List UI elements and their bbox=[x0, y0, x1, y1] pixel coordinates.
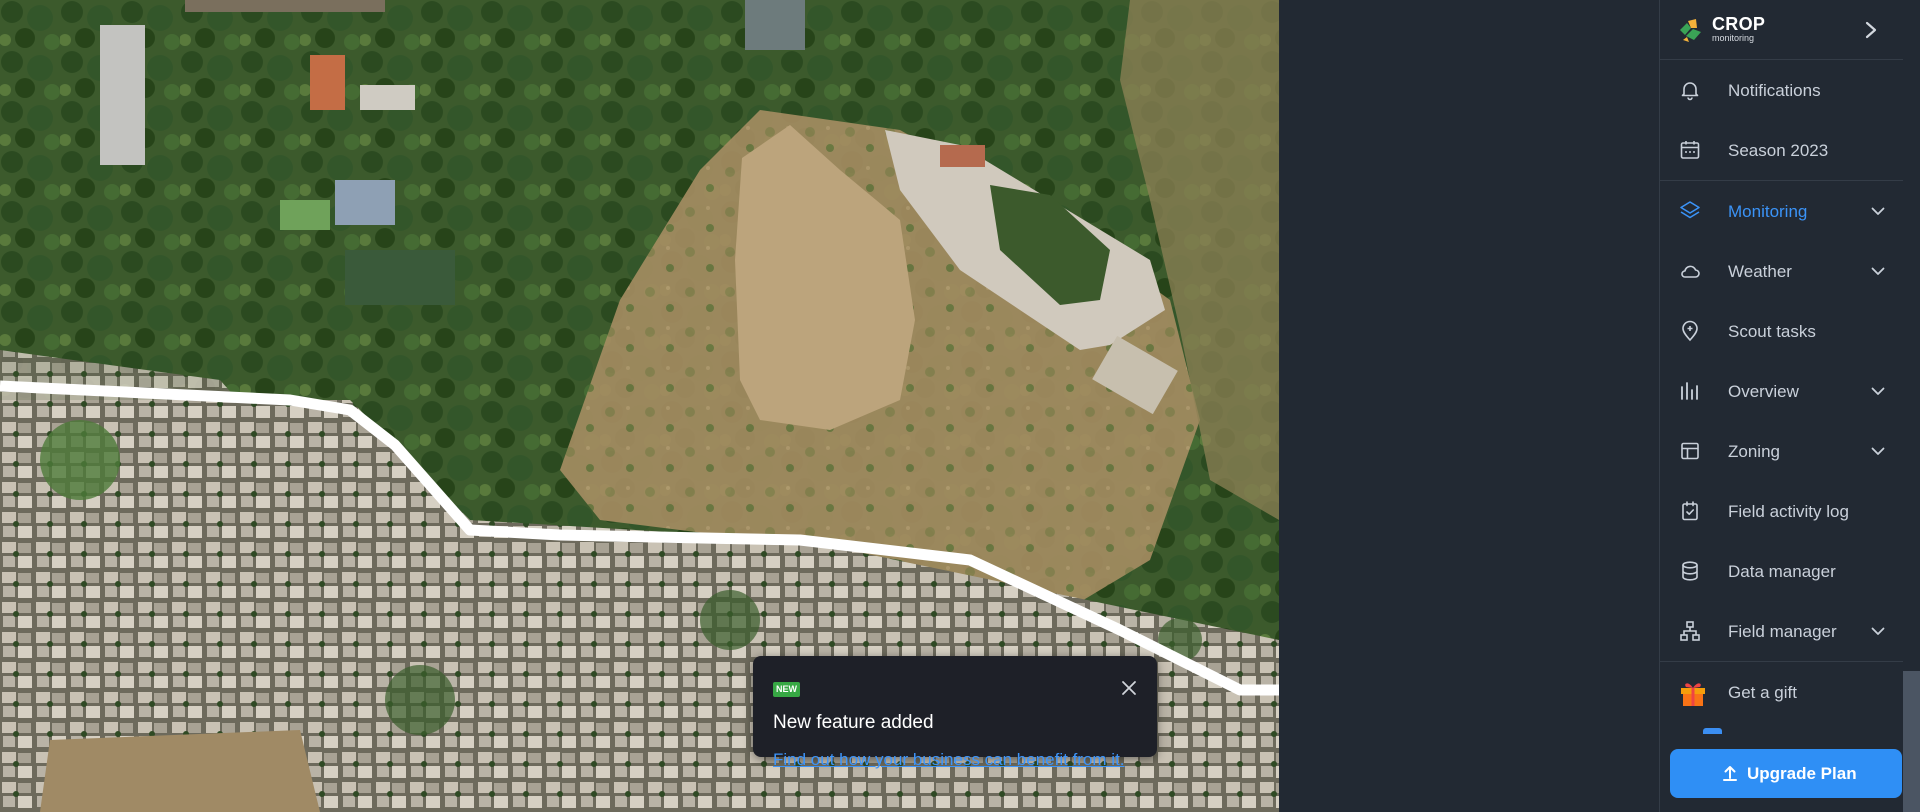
sidebar: CROP monitoring Notifications Season 202… bbox=[1659, 0, 1904, 812]
sidebar-item-season[interactable]: Season 2023 bbox=[1660, 120, 1904, 180]
sidebar-item-get-a-gift[interactable]: Get a gift bbox=[1660, 662, 1904, 723]
layout-icon bbox=[1681, 442, 1699, 460]
upgrade-plan-button[interactable]: Upgrade Plan bbox=[1670, 749, 1902, 798]
sidebar-item-scout-tasks[interactable]: Scout tasks bbox=[1660, 301, 1904, 361]
upload-arrow-icon bbox=[1723, 766, 1737, 781]
calendar-icon bbox=[1680, 141, 1700, 159]
layers-icon bbox=[1680, 201, 1700, 219]
map-pin-icon bbox=[1682, 320, 1698, 342]
new-feature-toast: NEW New feature added Find out how your … bbox=[753, 656, 1157, 769]
chevron-down-icon[interactable] bbox=[1868, 381, 1888, 401]
bar-chart-icon bbox=[1681, 382, 1698, 400]
empty-panel bbox=[1279, 0, 1659, 812]
scrollbar-track bbox=[1903, 0, 1920, 671]
close-icon[interactable] bbox=[1119, 678, 1139, 698]
chevron-down-icon[interactable] bbox=[1868, 441, 1888, 461]
sidebar-item-zoning[interactable]: Zoning bbox=[1660, 421, 1904, 481]
sidebar-item-data-manager[interactable]: Data manager bbox=[1660, 541, 1904, 601]
sidebar-item-field-manager[interactable]: Field manager bbox=[1660, 601, 1904, 661]
sidebar-item-label: Field manager bbox=[1728, 622, 1837, 641]
sidebar-item-label: Zoning bbox=[1728, 442, 1780, 461]
sidebar-item-label: Field activity log bbox=[1728, 502, 1849, 521]
database-icon bbox=[1682, 561, 1698, 581]
sidebar-item-monitoring[interactable]: Monitoring bbox=[1660, 181, 1904, 241]
sidebar-item-label: Get a gift bbox=[1728, 683, 1797, 702]
cloud-icon bbox=[1681, 265, 1700, 278]
upgrade-plan-label: Upgrade Plan bbox=[1747, 764, 1857, 783]
chevron-down-icon[interactable] bbox=[1868, 621, 1888, 641]
hierarchy-icon bbox=[1680, 621, 1700, 641]
sidebar-item-notifications[interactable]: Notifications bbox=[1660, 60, 1904, 120]
toast-title: New feature added bbox=[773, 712, 934, 733]
logo-subtitle: monitoring bbox=[1712, 33, 1755, 43]
logo-row: CROP monitoring bbox=[1660, 0, 1904, 60]
crop-logo-icon bbox=[1680, 19, 1701, 42]
chevron-right-icon[interactable] bbox=[1855, 15, 1887, 45]
sidebar-item-label: Overview bbox=[1728, 382, 1799, 401]
bell-icon bbox=[1681, 82, 1699, 101]
peek-indicator bbox=[1703, 728, 1722, 734]
chevron-down-icon[interactable] bbox=[1868, 201, 1888, 221]
new-badge: NEW bbox=[773, 682, 800, 697]
sidebar-item-label: Data manager bbox=[1728, 562, 1836, 581]
chevron-down-icon[interactable] bbox=[1868, 261, 1888, 281]
sidebar-item-weather[interactable]: Weather bbox=[1660, 241, 1904, 301]
toast-link[interactable]: Find out how your business can benefit f… bbox=[773, 750, 1125, 770]
sidebar-item-overview[interactable]: Overview bbox=[1660, 361, 1904, 421]
sidebar-item-label: Notifications bbox=[1728, 81, 1821, 100]
sidebar-nav: Notifications Season 2023 Monitoring Wea… bbox=[1660, 60, 1904, 723]
sidebar-item-label: Weather bbox=[1728, 262, 1792, 281]
scrollbar-thumb[interactable] bbox=[1903, 671, 1920, 812]
sidebar-item-label: Scout tasks bbox=[1728, 322, 1816, 341]
sidebar-item-field-activity-log[interactable]: Field activity log bbox=[1660, 481, 1904, 541]
app-root: CROP monitoring Notifications Season 202… bbox=[0, 0, 1920, 812]
clipboard-check-icon bbox=[1682, 501, 1698, 521]
sidebar-item-label: Monitoring bbox=[1728, 202, 1808, 221]
logo-text: CROP bbox=[1712, 14, 1766, 34]
gift-icon bbox=[1681, 683, 1705, 706]
sidebar-item-label: Season 2023 bbox=[1728, 141, 1829, 160]
